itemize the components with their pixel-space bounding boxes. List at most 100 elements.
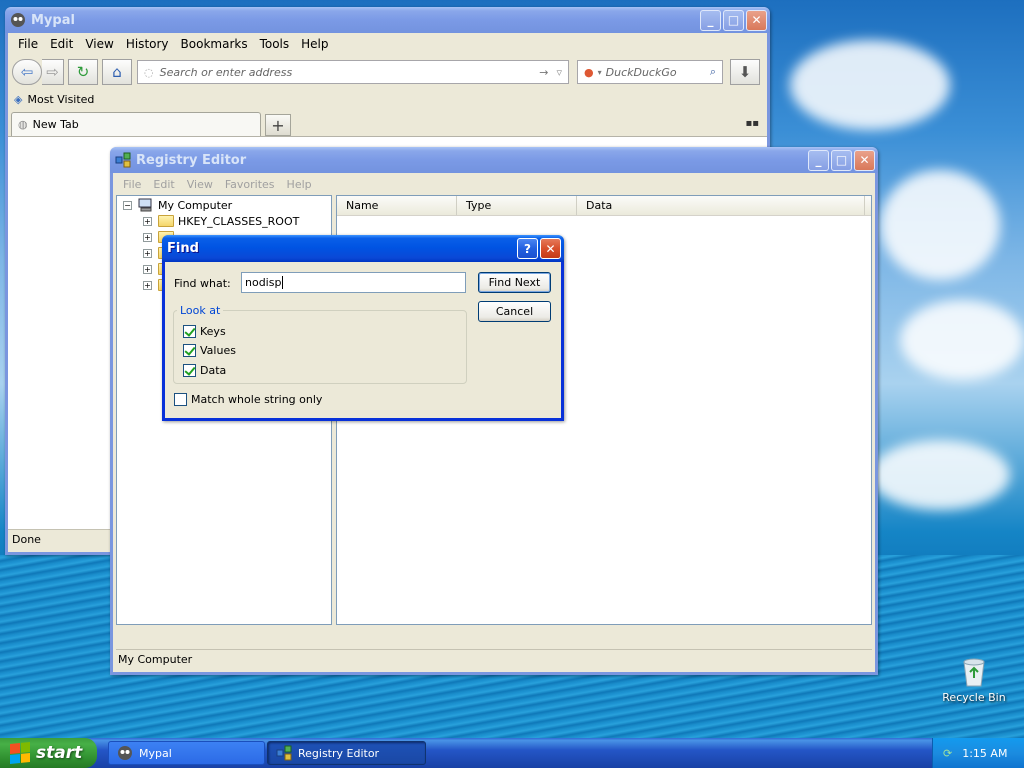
close-icon: ✕ — [859, 153, 870, 167]
tree-item-hkey-classes-root[interactable]: + HKEY_CLASSES_ROOT — [143, 213, 299, 229]
cancel-label: Cancel — [495, 305, 534, 318]
keys-label: Keys — [200, 325, 226, 338]
menu-file[interactable]: File — [117, 178, 147, 191]
expand-icon[interactable]: + — [143, 248, 152, 258]
find-titlebar[interactable]: Find ? ✕ — [162, 235, 564, 262]
close-button[interactable]: ✕ — [854, 149, 875, 171]
start-button[interactable]: start — [0, 738, 97, 768]
recycle-bin-label: Recycle Bin — [942, 691, 1006, 704]
taskbar-item-label: Registry Editor — [298, 746, 380, 760]
column-type[interactable]: Type — [457, 196, 577, 215]
go-arrow-icon[interactable]: → — [539, 66, 548, 79]
expand-icon[interactable]: + — [143, 232, 152, 242]
tab-new-tab[interactable]: ◍ New Tab — [11, 112, 261, 136]
search-bar[interactable]: ● ▾ DuckDuckGo ⌕ — [577, 60, 723, 84]
minimize-button[interactable]: _ — [808, 149, 829, 171]
downloads-button[interactable]: ⬇ — [730, 59, 760, 85]
find-what-value: nodisp — [245, 276, 282, 289]
taskbar: start Mypal Registry Editor ⟳ 1:15 AM — [0, 738, 1024, 768]
status-text: Done — [12, 533, 41, 546]
new-tab-button[interactable]: + — [265, 114, 291, 136]
mypal-titlebar[interactable]: Mypal _ □ ✕ — [5, 7, 770, 33]
most-visited-bookmark[interactable]: Most Visited — [27, 93, 94, 106]
column-name[interactable]: Name — [337, 196, 457, 215]
menu-favorites[interactable]: Favorites — [219, 178, 281, 191]
menu-edit[interactable]: Edit — [44, 37, 79, 51]
back-button[interactable]: ⇦ — [12, 59, 42, 85]
tab-list-icon[interactable]: ▪▪ — [745, 118, 759, 129]
close-button[interactable]: ✕ — [746, 9, 767, 31]
mypal-app-icon — [11, 13, 25, 27]
expand-icon[interactable]: + — [143, 264, 152, 274]
dropdown-arrow-icon[interactable]: ▿ — [556, 66, 562, 79]
minimize-button[interactable]: _ — [700, 9, 721, 31]
values-checkbox[interactable]: Values — [183, 344, 236, 357]
search-icon[interactable]: ⌕ — [710, 65, 716, 79]
regedit-status-text: My Computer — [118, 653, 193, 666]
menu-history[interactable]: History — [120, 37, 175, 51]
data-checkbox[interactable]: Data — [183, 364, 226, 377]
find-next-button[interactable]: Find Next — [478, 272, 551, 293]
help-icon: ? — [524, 241, 531, 256]
most-visited-icon: ◈ — [14, 92, 23, 106]
search-engine-label: DuckDuckGo — [605, 65, 677, 79]
find-what-label: Find what: — [174, 277, 231, 290]
taskbar-item-registry-editor[interactable]: Registry Editor — [267, 741, 426, 765]
checkbox-checked-icon[interactable] — [183, 325, 196, 338]
checkbox-unchecked-icon[interactable] — [174, 393, 187, 406]
menu-bookmarks[interactable]: Bookmarks — [175, 37, 254, 51]
cancel-button[interactable]: Cancel — [478, 301, 551, 322]
menu-help[interactable]: Help — [295, 37, 334, 51]
menu-edit[interactable]: Edit — [147, 178, 180, 191]
tree-item-label: HKEY_CLASSES_ROOT — [178, 214, 300, 228]
regedit-app-icon — [276, 745, 292, 761]
checkbox-checked-icon[interactable] — [183, 364, 196, 377]
menu-help[interactable]: Help — [281, 178, 318, 191]
forward-arrow-icon: ⇨ — [46, 63, 59, 81]
forward-button[interactable]: ⇨ — [42, 59, 64, 85]
address-bar[interactable]: ◌ Search or enter address → ▿ — [137, 60, 569, 84]
keys-checkbox[interactable]: Keys — [183, 325, 226, 338]
data-label: Data — [200, 364, 227, 377]
engine-dropdown-icon[interactable]: ▾ — [598, 68, 602, 77]
tree-item-my-computer[interactable]: − My Computer — [123, 197, 232, 213]
look-at-title: Look at — [177, 304, 224, 317]
recycle-bin-icon — [963, 658, 985, 687]
menu-view[interactable]: View — [181, 178, 219, 191]
checkbox-checked-icon[interactable] — [183, 344, 196, 357]
recycle-bin[interactable]: Recycle Bin — [942, 656, 1006, 704]
maximize-button[interactable]: □ — [831, 149, 852, 171]
cloud — [900, 300, 1024, 380]
taskbar-item-mypal[interactable]: Mypal — [108, 741, 265, 765]
collapse-icon[interactable]: − — [123, 200, 132, 210]
regedit-title: Registry Editor — [136, 152, 247, 168]
menu-file[interactable]: File — [12, 37, 44, 51]
menu-tools[interactable]: Tools — [254, 37, 296, 51]
maximize-icon: □ — [727, 13, 740, 27]
values-label: Values — [200, 344, 236, 357]
column-data[interactable]: Data — [577, 196, 865, 215]
home-icon: ⌂ — [112, 63, 122, 81]
find-next-label: Find Next — [488, 276, 541, 289]
close-button[interactable]: ✕ — [540, 238, 561, 259]
match-whole-string-checkbox[interactable]: Match whole string only — [174, 393, 322, 406]
maximize-button[interactable]: □ — [723, 9, 744, 31]
find-dialog-body: Find what: nodisp Find Next Cancel Look … — [165, 262, 561, 418]
expand-icon[interactable]: + — [143, 216, 152, 226]
home-button[interactable]: ⌂ — [102, 59, 132, 85]
computer-icon — [138, 198, 152, 212]
clock[interactable]: 1:15 AM — [962, 747, 1007, 760]
network-icon[interactable]: ⟳ — [943, 747, 952, 760]
mypal-app-icon — [118, 746, 132, 760]
folder-icon — [158, 215, 174, 227]
cloud — [790, 40, 950, 130]
windows-logo-icon — [10, 741, 30, 765]
regedit-titlebar[interactable]: Registry Editor _ □ ✕ — [110, 147, 878, 173]
help-button[interactable]: ? — [517, 238, 538, 259]
close-icon: ✕ — [545, 241, 556, 256]
expand-icon[interactable]: + — [143, 280, 152, 290]
menu-view[interactable]: View — [79, 37, 119, 51]
tab-label: New Tab — [32, 118, 79, 131]
reload-button[interactable]: ↻ — [68, 59, 98, 85]
find-what-input[interactable]: nodisp — [241, 272, 466, 293]
